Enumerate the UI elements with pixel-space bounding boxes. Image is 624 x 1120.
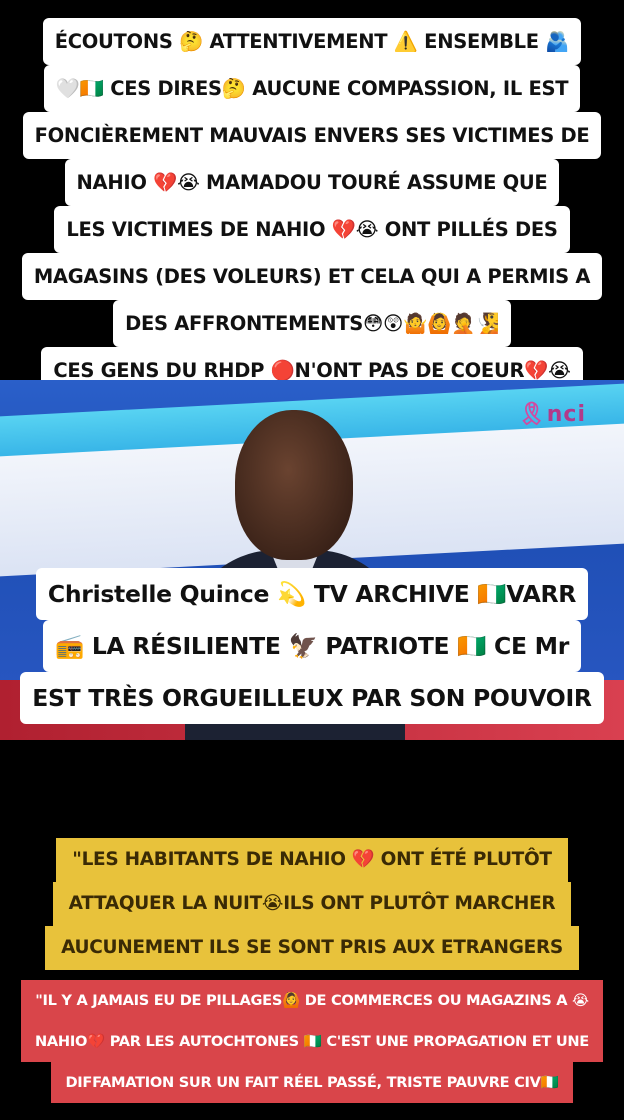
caption-line: AUCUNEMENT ILS SE SONT PRIS AUX ETRANGER…	[45, 926, 579, 970]
speaker-head	[235, 410, 353, 560]
caption-line: 🤍🇨🇮 CES DIRES🤔 AUCUNE COMPASSION, IL EST	[43, 65, 581, 112]
channel-logo-text: nci	[546, 402, 586, 427]
channel-logo: 🎗nci	[518, 402, 586, 427]
caption-line: EST TRÈS ORGUEILLEUX PAR SON POUVOIR	[20, 672, 604, 724]
caption-line: NAHIO 💔😭 MAMADOU TOURÉ ASSUME QUE	[64, 159, 560, 206]
red-quote-caption: "IL Y A JAMAIS EU DE PILLAGES🙆 DE COMMER…	[0, 980, 624, 1103]
caption-line: "LES HABITANTS DE NAHIO 💔 ONT ÉTÉ PLUTÔT	[56, 838, 568, 882]
yellow-quote-caption: "LES HABITANTS DE NAHIO 💔 ONT ÉTÉ PLUTÔT…	[0, 838, 624, 970]
top-caption: ÉCOUTONS 🤔 ATTENTIVEMENT ⚠️ ENSEMBLE 🫂 🤍…	[0, 18, 624, 394]
caption-line: NAHIO💔 PAR LES AUTOCHTONES 🇨🇮 C'EST UNE …	[21, 1021, 603, 1062]
caption-line: "IL Y A JAMAIS EU DE PILLAGES🙆 DE COMMER…	[21, 980, 603, 1021]
caption-line: 📻 LA RÉSILIENTE 🦅 PATRIOTE 🇨🇮 CE Mr	[43, 620, 581, 672]
caption-line: ATTAQUER LA NUIT😭ILS ONT PLUTÔT MARCHER	[52, 882, 572, 926]
caption-line: DIFFAMATION SUR UN FAIT RÉEL PASSÉ, TRIS…	[51, 1062, 573, 1103]
caption-line: DES AFFRONTEMENTS😳😲🤷🙆🤦🧏	[113, 300, 511, 347]
caption-line: MAGASINS (DES VOLEURS) ET CELA QUI A PER…	[21, 253, 603, 300]
caption-line: LES VICTIMES DE NAHIO 💔😭 ONT PILLÉS DES	[54, 206, 570, 253]
ribbon-icon: 🎗	[517, 402, 547, 427]
caption-line: Christelle Quince 💫 TV ARCHIVE 🇨🇮VARR	[35, 568, 589, 620]
caption-line: FONCIÈREMENT MAUVAIS ENVERS SES VICTIMES…	[22, 112, 602, 159]
mid-caption: Christelle Quince 💫 TV ARCHIVE 🇨🇮VARR 📻 …	[0, 568, 624, 724]
caption-line: ÉCOUTONS 🤔 ATTENTIVEMENT ⚠️ ENSEMBLE 🫂	[42, 18, 582, 65]
